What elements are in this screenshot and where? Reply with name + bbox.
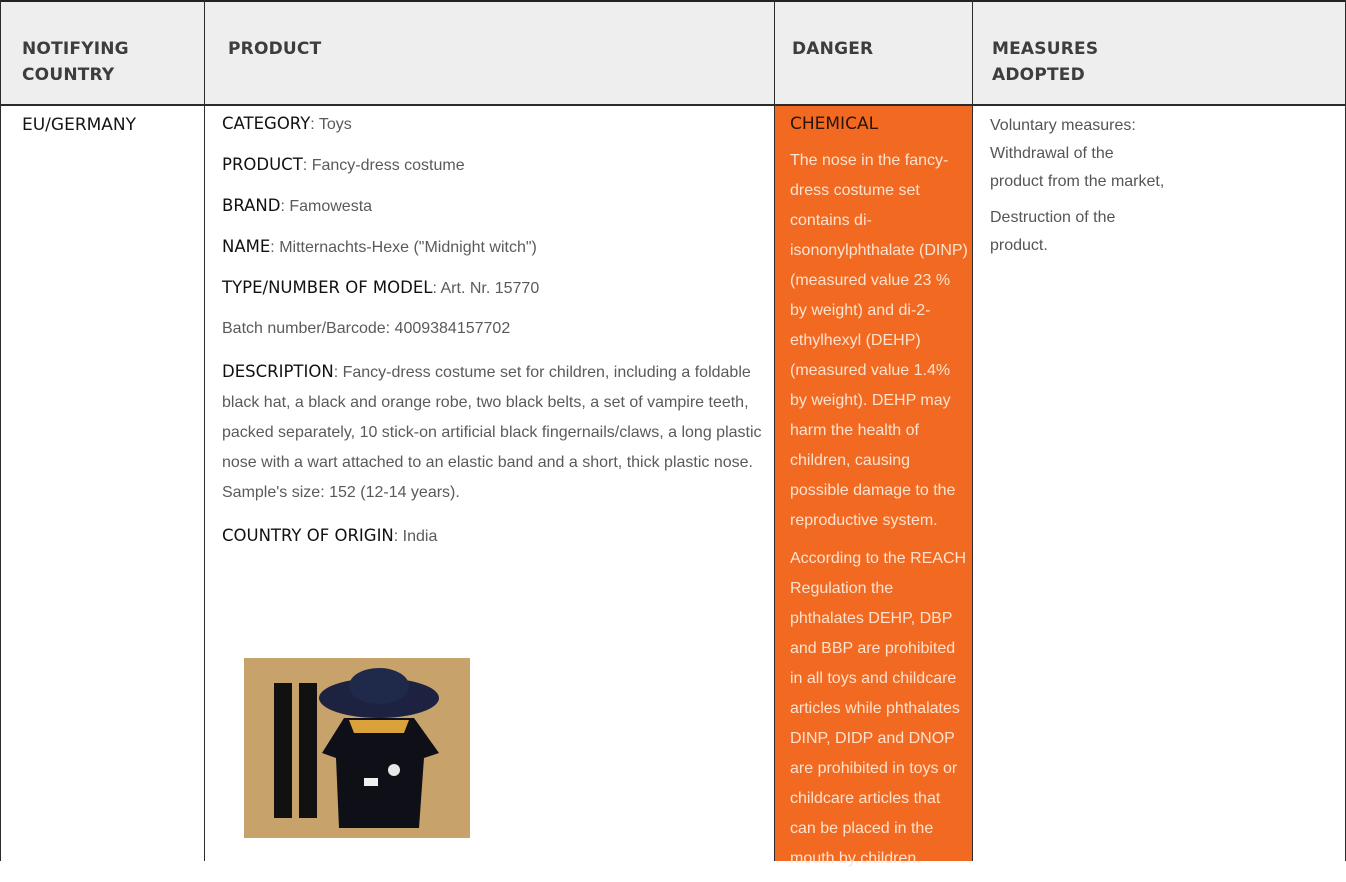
danger-regulation: According to the REACH Regulation the ph… [790,550,967,867]
column-divider [972,0,973,861]
column-divider [204,0,205,861]
product-description: DESCRIPTION: Fancy-dress costume set for… [222,362,762,501]
table-header-row [0,0,1346,105]
danger-type: CHEMICAL [790,114,879,134]
measures-adopted: Voluntary measures: Withdrawal of the pr… [990,112,1170,268]
product-photo [244,658,470,838]
product-origin: COUNTRY OF ORIGIN: India [222,526,438,545]
product-batch: Batch number/Barcode: 4009384157702 [222,320,511,337]
product-details: CATEGORY: Toys PRODUCT: Fancy-dress cost… [222,112,772,565]
costume-illustration [244,658,470,838]
measure-withdrawal: Voluntary measures: Withdrawal of the pr… [990,117,1165,190]
notifying-country-value: EU/GERMANY [22,115,137,135]
header-product: PRODUCT [228,39,322,59]
table-border-left [0,0,1,861]
danger-details: CHEMICAL The nose in the fancy-dress cos… [790,112,970,882]
header-divider [0,104,1346,106]
product-model: TYPE/NUMBER OF MODEL: Art. Nr. 15770 [222,278,540,297]
product-name: NAME: Mitternachts-Hexe ("Midnight witch… [222,237,537,256]
header-notifying-country: NOTIFYING COUNTRY [22,39,129,85]
measure-destruction: Destruction of the product. [990,209,1116,254]
column-divider [774,0,775,861]
product-category: CATEGORY: Toys [222,114,352,133]
product-name-field: PRODUCT: Fancy-dress costume [222,155,465,174]
danger-description: The nose in the fancy-dress costume set … [790,152,968,529]
header-measures-adopted: MEASURES ADOPTED [992,39,1099,85]
header-danger: DANGER [792,39,874,59]
product-brand: BRAND: Famowesta [222,196,373,215]
